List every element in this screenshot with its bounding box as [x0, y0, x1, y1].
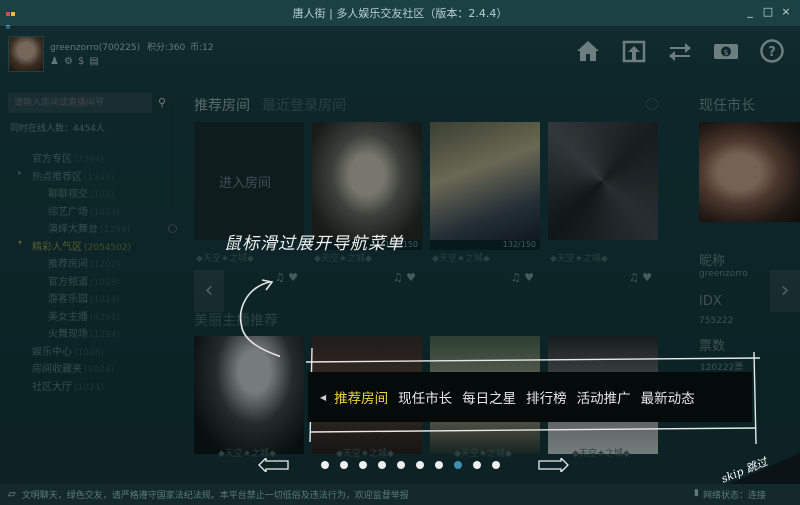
- nav-menu-item[interactable]: 每日之星: [462, 387, 516, 407]
- nav-menu-item[interactable]: 现任市长: [398, 387, 452, 407]
- close-button[interactable]: ×: [780, 6, 792, 18]
- slide-dot[interactable]: [435, 461, 443, 469]
- prev-slide-arrow-icon[interactable]: [258, 458, 290, 472]
- app-logo-icon: [6, 6, 20, 29]
- slide-dot[interactable]: [416, 461, 424, 469]
- network-status-text: 网络状态：连接: [702, 491, 766, 501]
- network-status: ▮ 网络状态：连接: [694, 488, 766, 501]
- slide-dot[interactable]: [378, 461, 386, 469]
- slide-dot[interactable]: [454, 461, 462, 469]
- nav-menu-item[interactable]: 推荐房间: [334, 387, 388, 407]
- navigation-menu: ◀ 推荐房间 现任市长 每日之星 排行榜 活动推广 最新动态: [308, 372, 752, 422]
- nav-menu-item[interactable]: 活动推广: [577, 387, 631, 407]
- window-title: 唐人街 | 多人娱乐交友社区（版本：2.4.4）: [292, 7, 508, 20]
- slide-dot[interactable]: [397, 461, 405, 469]
- nav-menu-item[interactable]: 排行榜: [526, 387, 567, 407]
- nav-menu-item[interactable]: 最新动态: [641, 387, 695, 407]
- maximize-button[interactable]: □: [762, 6, 774, 18]
- title-bar[interactable]: 唐人街 | 多人娱乐交友社区（版本：2.4.4） _ □ ×: [0, 0, 800, 29]
- tutorial-hint: 鼠标滑过展开导航菜单: [224, 234, 404, 254]
- slide-dot[interactable]: [321, 461, 329, 469]
- hint-curve-arrow-icon: [239, 279, 280, 358]
- caret-left-icon: ◀: [320, 392, 327, 402]
- next-slide-arrow-icon[interactable]: [537, 458, 569, 472]
- slide-dots: [321, 461, 500, 469]
- minimize-button[interactable]: _: [744, 6, 756, 18]
- status-notice: 文明聊天，绿色交友，请严格遵守国家法纪法规。本平台禁止一切低俗及违法行为，欢迎监…: [21, 491, 409, 501]
- slide-dot[interactable]: [340, 461, 348, 469]
- signal-icon: ▮: [694, 488, 699, 498]
- app-window: 唐人街 | 多人娱乐交友社区（版本：2.4.4） _ □ × greenzorr…: [0, 0, 800, 505]
- speaker-icon[interactable]: ▱: [8, 489, 16, 500]
- slide-dot[interactable]: [492, 461, 500, 469]
- slide-dot[interactable]: [359, 461, 367, 469]
- status-bar: ▱ 文明聊天，绿色交友，请严格遵守国家法纪法规。本平台禁止一切低俗及违法行为，欢…: [0, 484, 800, 505]
- slide-dot[interactable]: [473, 461, 481, 469]
